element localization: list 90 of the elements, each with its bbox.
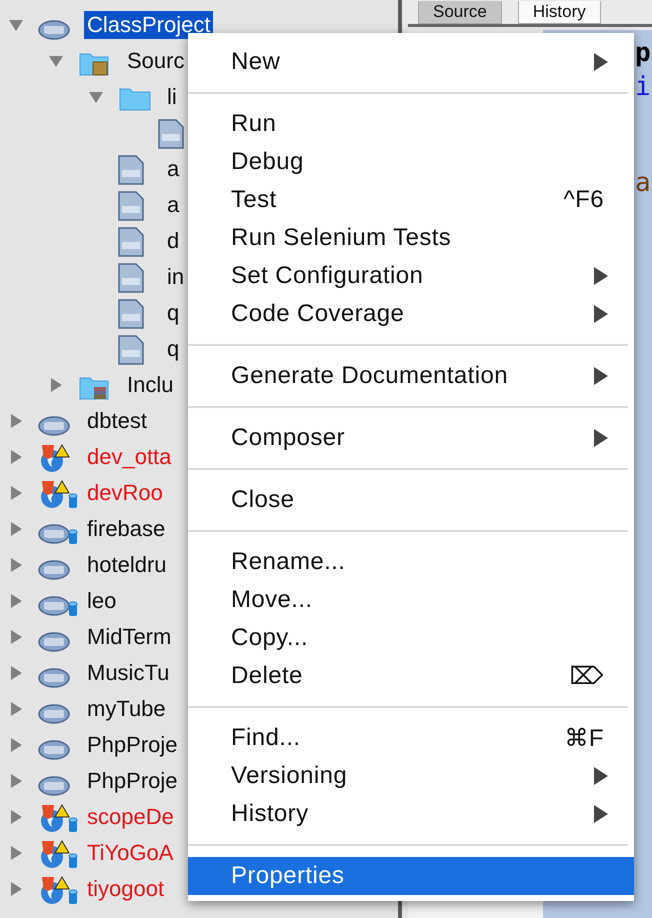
menu-item[interactable]: Copy... bbox=[188, 619, 634, 657]
menu-item[interactable]: Delete ⌦ bbox=[188, 657, 634, 695]
tree-item[interactable]: Inclu bbox=[124, 371, 176, 399]
menu-item[interactable]: Versioning bbox=[188, 757, 634, 795]
globe-warning-icon bbox=[38, 479, 70, 509]
tree-item[interactable]: scopeDe bbox=[84, 803, 177, 831]
expand-arrow-icon[interactable] bbox=[8, 593, 24, 609]
tree-item[interactable]: firebase bbox=[84, 515, 168, 543]
tree-item[interactable]: q bbox=[164, 299, 182, 327]
menu-item[interactable]: Set Configuration bbox=[188, 257, 634, 295]
menu-item[interactable]: Move... bbox=[188, 581, 634, 619]
menu-item[interactable]: Code Coverage bbox=[188, 295, 634, 333]
project-icon bbox=[38, 523, 70, 545]
expand-arrow-icon[interactable] bbox=[8, 665, 24, 681]
expand-arrow-icon[interactable] bbox=[8, 521, 24, 537]
project-icon bbox=[38, 703, 70, 725]
shortcut-text: ⌦ bbox=[570, 662, 604, 690]
menu-item[interactable]: Generate Documentation bbox=[188, 357, 634, 395]
expand-arrow-icon[interactable] bbox=[8, 845, 24, 861]
menu-item[interactable]: Properties bbox=[188, 857, 634, 895]
tree-item[interactable]: dev_otta bbox=[84, 443, 174, 471]
globe-warning-icon bbox=[38, 443, 70, 473]
tree-item[interactable]: MidTerm bbox=[84, 623, 174, 651]
project-icon bbox=[38, 739, 70, 761]
tree-item[interactable]: a bbox=[164, 191, 182, 219]
tree-item[interactable]: TiYoGoA bbox=[84, 839, 176, 867]
expand-arrow-icon[interactable] bbox=[8, 881, 24, 897]
globe-warning-icon bbox=[38, 803, 70, 833]
menu-item[interactable]: Run bbox=[188, 105, 634, 143]
file-icon bbox=[118, 263, 144, 293]
tree-item[interactable]: d bbox=[164, 227, 182, 255]
project-icon bbox=[38, 667, 70, 689]
file-icon bbox=[118, 227, 144, 257]
menu-item[interactable]: Rename... bbox=[188, 543, 634, 581]
menu-item[interactable]: History bbox=[188, 795, 634, 833]
collapse-arrow-icon[interactable] bbox=[48, 53, 64, 69]
tree-item[interactable]: hoteldru bbox=[84, 551, 170, 579]
expand-arrow-icon[interactable] bbox=[8, 701, 24, 717]
tree-item[interactable]: in bbox=[164, 263, 188, 291]
globe-warning-icon bbox=[38, 839, 70, 869]
project-icon bbox=[38, 595, 70, 617]
expand-arrow-icon[interactable] bbox=[8, 449, 24, 465]
shortcut-text: ⌘F bbox=[564, 724, 604, 752]
file-icon bbox=[118, 299, 144, 329]
collapse-arrow-icon[interactable] bbox=[8, 17, 24, 33]
expand-arrow-icon[interactable] bbox=[48, 377, 64, 393]
tree-item[interactable]: q bbox=[164, 335, 182, 363]
expand-arrow-icon[interactable] bbox=[8, 629, 24, 645]
tree-item[interactable]: tiyogoot bbox=[84, 875, 168, 903]
editor-tab[interactable]: History bbox=[518, 1, 601, 24]
file-icon bbox=[118, 155, 144, 185]
project-icon bbox=[38, 19, 70, 41]
tree-item[interactable]: leo bbox=[84, 587, 120, 615]
expand-arrow-icon[interactable] bbox=[8, 737, 24, 753]
file-icon bbox=[118, 191, 144, 221]
tree-item[interactable]: dbtest bbox=[84, 407, 150, 435]
editor-tab[interactable]: Source bbox=[418, 1, 502, 24]
project-icon bbox=[38, 775, 70, 797]
tree-item[interactable]: PhpProje bbox=[84, 731, 181, 759]
project-icon bbox=[38, 415, 70, 437]
expand-arrow-icon[interactable] bbox=[8, 485, 24, 501]
code-text: p bbox=[635, 37, 652, 70]
file-icon bbox=[118, 335, 144, 365]
tree-item[interactable]: ClassProject bbox=[84, 11, 214, 39]
tree-item[interactable]: PhpProje bbox=[84, 767, 181, 795]
menu-item[interactable]: Close bbox=[188, 481, 634, 519]
tree-item[interactable]: Sourc bbox=[124, 47, 188, 75]
tree-item[interactable]: li bbox=[164, 83, 180, 111]
file-icon bbox=[158, 119, 184, 149]
shortcut-text: ^F6 bbox=[564, 186, 604, 214]
globe-warning-icon bbox=[38, 875, 70, 905]
project-icon bbox=[38, 631, 70, 653]
menu-item[interactable]: Debug bbox=[188, 143, 634, 181]
collapse-arrow-icon[interactable] bbox=[88, 89, 104, 105]
expand-arrow-icon[interactable] bbox=[8, 557, 24, 573]
menu-item[interactable]: Run Selenium Tests bbox=[188, 219, 634, 257]
tree-item[interactable]: myTube bbox=[84, 695, 169, 723]
expand-arrow-icon[interactable] bbox=[8, 809, 24, 825]
menu-item[interactable]: Find... ⌘F bbox=[188, 719, 634, 757]
expand-arrow-icon[interactable] bbox=[8, 773, 24, 789]
expand-arrow-icon[interactable] bbox=[8, 413, 24, 429]
tree-item[interactable]: MusicTu bbox=[84, 659, 172, 687]
menu-item[interactable]: New bbox=[188, 43, 634, 81]
tree-item[interactable]: a bbox=[164, 155, 182, 183]
menu-item[interactable]: Composer bbox=[188, 419, 634, 457]
project-icon bbox=[38, 559, 70, 581]
menu-item[interactable]: Test ^F6 bbox=[188, 181, 634, 219]
code-text: i bbox=[635, 71, 652, 104]
tree-item[interactable]: devRoo bbox=[84, 479, 166, 507]
code-text: a bbox=[635, 167, 652, 200]
